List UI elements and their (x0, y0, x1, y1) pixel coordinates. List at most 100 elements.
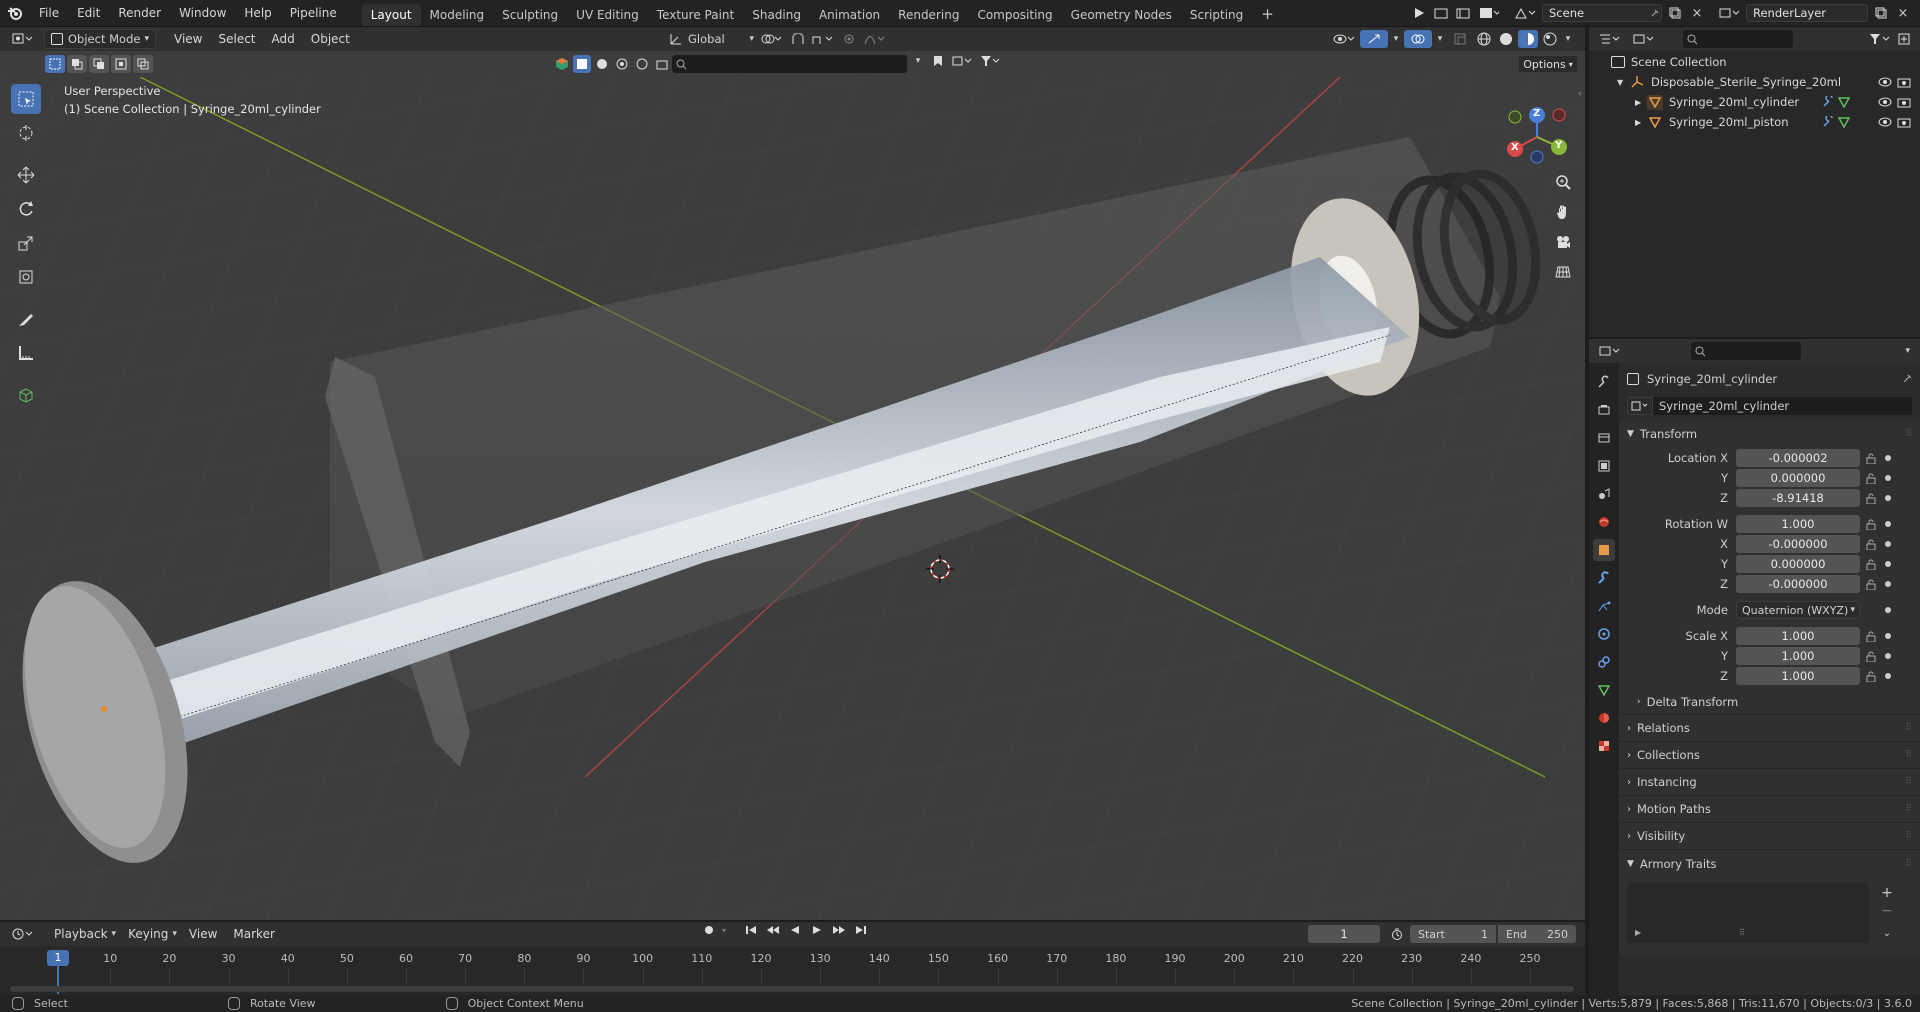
blender-logo-icon[interactable] (0, 0, 30, 27)
data-tab-icon[interactable] (1593, 679, 1615, 701)
cursor-tool[interactable] (11, 118, 41, 148)
perspective-toggle-icon[interactable] (1551, 260, 1575, 284)
editor-type-icon[interactable] (6, 29, 40, 49)
next-keyframe-icon[interactable] (830, 925, 848, 935)
object-tab-icon[interactable] (1593, 539, 1615, 561)
particles-tab-icon[interactable] (1593, 595, 1615, 617)
select-box-tool[interactable] (11, 84, 41, 114)
keyframe-dot-icon[interactable] (1885, 633, 1891, 639)
screen-icon[interactable] (1476, 4, 1502, 22)
drag-handle-icon[interactable]: ⠿ (1905, 750, 1912, 760)
scene-icon[interactable] (1512, 4, 1538, 22)
scale-tool[interactable] (11, 228, 41, 258)
stopwatch-icon[interactable] (1388, 925, 1406, 943)
chevron-down-icon[interactable]: ▾ (1905, 346, 1910, 356)
material-tab-icon[interactable] (1593, 707, 1615, 729)
render-camera-icon[interactable] (1894, 96, 1914, 108)
timeline-menu-marker[interactable]: Marker (225, 927, 282, 941)
relations-panel[interactable]: › Relations ⠿ (1619, 715, 1920, 742)
jump-end-icon[interactable] (852, 925, 870, 935)
tab-compositing[interactable]: Compositing (968, 4, 1061, 26)
chevron-down-icon[interactable]: ▾ (722, 926, 726, 935)
render-camera-icon[interactable] (1894, 76, 1914, 88)
pivot-point-icon[interactable] (754, 33, 788, 45)
rotation-mode-dropdown[interactable]: Quaternion (WXYZ) ▾ (1736, 601, 1860, 619)
viewport-menu-object[interactable]: Object (303, 32, 358, 46)
lock-icon[interactable] (1860, 671, 1882, 682)
instancing-panel[interactable]: › Instancing ⠿ (1619, 769, 1920, 796)
visibility-panel[interactable]: › Visibility ⠿ (1619, 823, 1920, 850)
add-workspace-button[interactable]: + (1252, 4, 1283, 26)
gizmo-dropdown-icon[interactable]: ▾ (1390, 34, 1402, 44)
timeline-scrollbar[interactable] (10, 986, 1574, 992)
select-invert-icon[interactable] (111, 55, 131, 73)
color-palette-icon[interactable] (553, 55, 571, 73)
keyframe-dot-icon[interactable] (1885, 673, 1891, 679)
location-z-field[interactable]: -8.91418 (1736, 489, 1860, 507)
drag-handle-icon[interactable]: ⠿ (1905, 777, 1912, 787)
keyframe-dot-icon[interactable] (1885, 541, 1891, 547)
physics-tab-icon[interactable] (1593, 623, 1615, 645)
menu-pipeline[interactable]: Pipeline (281, 6, 346, 20)
viewport-search-field[interactable] (672, 55, 907, 73)
select-extend-icon[interactable] (67, 55, 87, 73)
render-camera-icon[interactable] (1894, 116, 1914, 128)
camera-view-icon[interactable] (1551, 230, 1575, 254)
expand-arrow-icon[interactable]: ▶ (1635, 98, 1647, 107)
play-reverse-icon[interactable] (786, 925, 804, 935)
tab-texture-paint[interactable]: Texture Paint (648, 4, 743, 26)
rotation-z-field[interactable]: -0.000000 (1736, 575, 1860, 593)
scene-tab-icon[interactable] (1593, 483, 1615, 505)
snap-icon[interactable] (788, 33, 808, 45)
render-tab-icon[interactable] (1593, 399, 1615, 421)
visibility-icon[interactable] (1330, 33, 1358, 45)
delete-scene-icon[interactable]: × (1688, 4, 1706, 22)
lock-icon[interactable] (1860, 559, 1882, 570)
new-view-layer-icon[interactable] (1872, 4, 1890, 22)
render-image-icon[interactable] (1432, 4, 1450, 22)
add-trait-icon[interactable]: + (1879, 885, 1895, 901)
zoom-icon[interactable] (1551, 170, 1575, 194)
remove-trait-icon[interactable]: − (1879, 903, 1895, 919)
tab-animation[interactable]: Animation (810, 4, 889, 26)
lock-icon[interactable] (1860, 579, 1882, 590)
falloff-icon[interactable] (860, 33, 890, 45)
expand-arrow-icon[interactable]: ▼ (1617, 78, 1629, 87)
filter-icon[interactable] (978, 55, 1002, 67)
select-new-icon[interactable] (45, 55, 65, 73)
keyframe-dot-icon[interactable] (1885, 653, 1891, 659)
curve-filter-icon[interactable] (593, 55, 611, 73)
eye-icon[interactable] (1876, 77, 1894, 87)
menu-render[interactable]: Render (109, 6, 170, 20)
wireframe-shading-icon[interactable] (1474, 32, 1494, 46)
start-frame-field[interactable]: Start 1 (1410, 925, 1496, 943)
camera-filter-icon[interactable] (633, 55, 651, 73)
material-shading-icon[interactable] (1518, 30, 1538, 48)
drag-handle-icon[interactable]: ⠿ (1905, 723, 1912, 733)
keyframe-dot-icon[interactable] (1885, 607, 1891, 613)
trait-menu-icon[interactable]: ⌄ (1879, 925, 1895, 941)
properties-editor-icon[interactable] (1595, 341, 1625, 361)
expand-arrow-icon[interactable]: ▶ (1635, 118, 1647, 127)
transform-tool[interactable] (11, 262, 41, 292)
tab-scripting[interactable]: Scripting (1181, 4, 1252, 26)
keyframe-dot-icon[interactable] (1885, 495, 1891, 501)
gizmo-toggle-icon[interactable] (1360, 30, 1388, 48)
move-tool[interactable] (11, 160, 41, 190)
view-layer-selector[interactable]: RenderLayer (1746, 4, 1868, 22)
proportional-edit-icon[interactable] (838, 33, 860, 45)
scale-y-field[interactable]: 1.000 (1736, 647, 1860, 665)
outliner-editor-icon[interactable] (1595, 29, 1625, 49)
outliner-row-syringe-empty[interactable]: ▼ Disposable_Sterile_Syringe_20ml (1589, 72, 1920, 92)
tab-modeling[interactable]: Modeling (421, 4, 494, 26)
display-mode-icon[interactable] (1629, 29, 1659, 49)
armory-traits-panel[interactable]: ▼ Armory Traits ⠿ (1619, 850, 1920, 877)
add-cube-tool[interactable] (11, 380, 41, 410)
tool-tab-icon[interactable] (1593, 371, 1615, 393)
record-icon[interactable] (700, 925, 718, 935)
constraints-tab-icon[interactable] (1593, 651, 1615, 673)
outliner-filter-icon[interactable] (1866, 33, 1894, 45)
rotate-tool[interactable] (11, 194, 41, 224)
output-tab-icon[interactable] (1593, 427, 1615, 449)
navigation-gizmo[interactable]: Z Y X (1497, 97, 1577, 177)
